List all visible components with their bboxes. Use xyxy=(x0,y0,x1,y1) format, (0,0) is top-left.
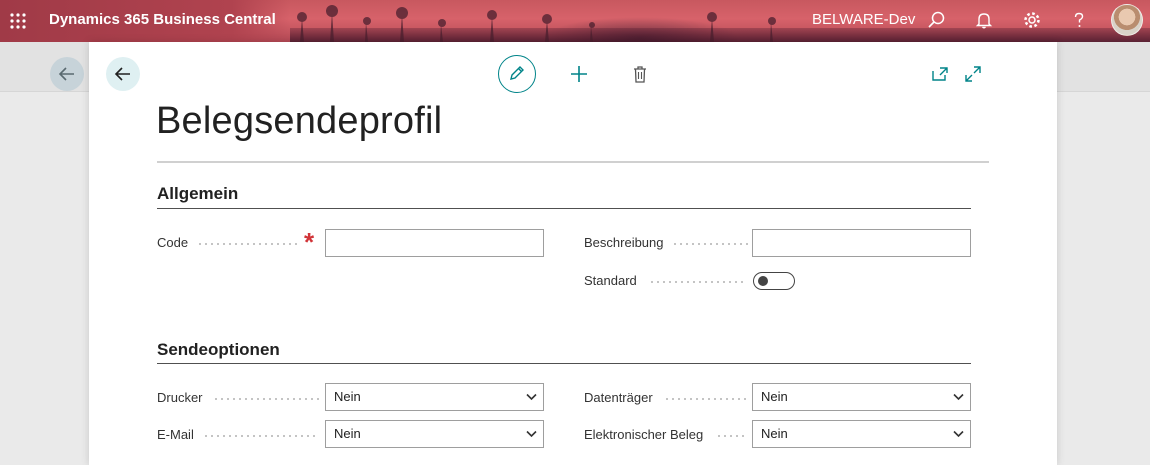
printer-select-value: Nein xyxy=(334,389,361,404)
bell-icon[interactable] xyxy=(973,9,995,31)
default-label: Standard xyxy=(584,273,637,288)
edoc-label: Elektronischer Beleg xyxy=(584,427,704,442)
description-leader-dots xyxy=(672,243,748,245)
section-heading-general[interactable]: Allgemein xyxy=(157,184,238,204)
edoc-leader-dots xyxy=(716,435,748,437)
printer-leader-dots xyxy=(213,398,319,400)
section-divider-send-options xyxy=(157,363,971,364)
add-plus-icon[interactable] xyxy=(569,64,589,84)
toggle-knob xyxy=(758,276,768,286)
back-button[interactable] xyxy=(106,57,140,91)
back-arrow-icon xyxy=(58,67,74,81)
title-divider xyxy=(157,161,989,163)
default-leader-dots xyxy=(649,281,747,283)
edit-pencil-icon xyxy=(510,66,524,80)
gear-icon[interactable] xyxy=(1021,9,1043,31)
disk-label: Datenträger xyxy=(584,390,653,405)
printer-select[interactable]: Nein xyxy=(325,383,544,411)
open-new-window-icon[interactable] xyxy=(930,64,950,84)
edoc-select-value: Nein xyxy=(761,426,788,441)
page-title: Belegsendeprofil xyxy=(156,100,443,142)
search-icon[interactable] xyxy=(926,9,948,31)
code-leader-dots xyxy=(197,243,297,245)
app-launcher-icon[interactable] xyxy=(9,12,27,30)
chevron-down-icon xyxy=(526,393,537,401)
section-heading-send-options[interactable]: Sendeoptionen xyxy=(157,340,280,360)
section-divider-general xyxy=(157,208,971,209)
required-indicator: * xyxy=(304,227,315,257)
email-label: E-Mail xyxy=(157,427,194,442)
edoc-select[interactable]: Nein xyxy=(752,420,971,448)
email-select[interactable]: Nein xyxy=(325,420,544,448)
email-select-value: Nein xyxy=(334,426,361,441)
delete-trash-icon[interactable] xyxy=(630,64,650,84)
help-icon[interactable] xyxy=(1068,9,1090,31)
chevron-down-icon xyxy=(953,430,964,438)
description-label: Beschreibung xyxy=(584,235,664,250)
code-field[interactable] xyxy=(325,229,544,257)
back-arrow-icon xyxy=(114,67,130,81)
environment-name: BELWARE-Dev xyxy=(812,11,916,28)
disk-select-value: Nein xyxy=(761,389,788,404)
app-bar: Dynamics 365 Business Central BELWARE-De… xyxy=(0,0,1150,42)
app-title[interactable]: Dynamics 365 Business Central xyxy=(49,11,276,28)
email-leader-dots xyxy=(203,435,319,437)
description-field[interactable] xyxy=(752,229,971,257)
avatar[interactable] xyxy=(1111,4,1143,36)
background-back-button xyxy=(50,57,84,91)
edit-button[interactable] xyxy=(498,55,536,93)
printer-label: Drucker xyxy=(157,390,203,405)
disk-leader-dots xyxy=(664,398,748,400)
chevron-down-icon xyxy=(953,393,964,401)
code-label: Code xyxy=(157,235,189,250)
default-toggle[interactable] xyxy=(753,272,795,290)
expand-icon[interactable] xyxy=(963,64,983,84)
chevron-down-icon xyxy=(526,430,537,438)
disk-select[interactable]: Nein xyxy=(752,383,971,411)
